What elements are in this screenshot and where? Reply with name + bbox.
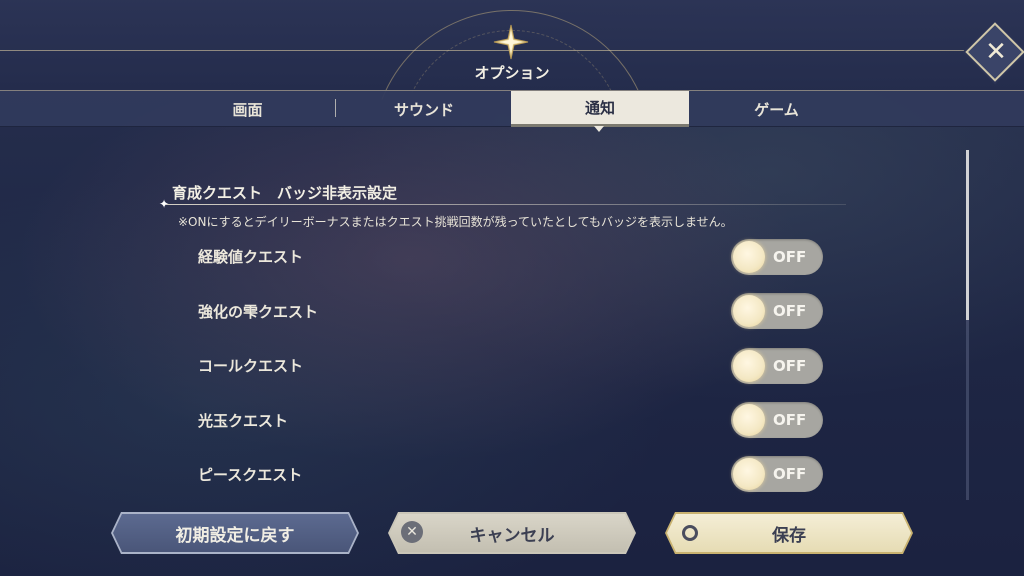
- tab-label: 画面: [232, 100, 263, 119]
- x-circle-icon: ✕: [401, 521, 423, 543]
- cancel-button[interactable]: キャンセル: [388, 512, 636, 554]
- tab-sound[interactable]: サウンド: [337, 91, 511, 127]
- tab-divider: [335, 99, 336, 117]
- toggle-call-quest[interactable]: OFF: [731, 348, 823, 384]
- toggle-piece-quest[interactable]: OFF: [731, 456, 823, 492]
- button-label: 初期設定に戻す: [175, 525, 295, 546]
- save-button[interactable]: 保存: [665, 512, 913, 554]
- circle-icon: [682, 525, 698, 541]
- toggle-state: OFF: [773, 411, 807, 429]
- compass-star-icon: [493, 24, 529, 60]
- toggle-knob: [733, 241, 765, 273]
- toggle-exp-quest[interactable]: OFF: [731, 239, 823, 275]
- close-icon[interactable]: ✕: [974, 30, 1018, 74]
- row-label-call-quest: コールクエスト: [198, 357, 304, 375]
- toggle-state: OFF: [773, 248, 807, 266]
- section-title: 育成クエスト バッジ非表示設定: [172, 184, 398, 202]
- row-label-exp-quest: 経験値クエスト: [198, 248, 304, 266]
- scrollbar-thumb[interactable]: [966, 150, 969, 320]
- toggle-enhance-quest[interactable]: OFF: [731, 293, 823, 329]
- tab-screen[interactable]: 画面: [160, 91, 335, 127]
- tab-bar: 画面 サウンド 通知 ゲーム: [0, 90, 1024, 127]
- tab-label: サウンド: [393, 100, 454, 119]
- button-label: 保存: [772, 525, 806, 546]
- toggle-state: OFF: [773, 465, 807, 483]
- row-label-piece-quest: ピースクエスト: [198, 466, 303, 484]
- section-note: ※ONにするとデイリーボーナスまたはクエスト挑戦回数が残っていたとしてもバッジを…: [178, 215, 733, 229]
- tab-label: ゲーム: [754, 100, 799, 119]
- tab-label: 通知: [584, 99, 615, 117]
- active-tab-caret: [594, 126, 604, 132]
- toggle-state: OFF: [773, 357, 807, 375]
- row-label-light-orb-quest: 光玉クエスト: [198, 412, 289, 430]
- toggle-knob: [733, 350, 765, 382]
- button-label: キャンセル: [469, 525, 555, 546]
- section-divider: [166, 204, 846, 205]
- tab-game[interactable]: ゲーム: [689, 91, 864, 127]
- reset-defaults-button[interactable]: 初期設定に戻す: [111, 512, 359, 554]
- toggle-state: OFF: [773, 302, 807, 320]
- row-label-enhance-quest: 強化の雫クエスト: [198, 303, 319, 321]
- toggle-knob: [733, 404, 765, 436]
- toggle-knob: [733, 458, 765, 490]
- toggle-knob: [733, 295, 765, 327]
- toggle-light-orb-quest[interactable]: OFF: [731, 402, 823, 438]
- page-title: オプション: [474, 64, 550, 82]
- tab-notification[interactable]: 通知: [511, 91, 689, 127]
